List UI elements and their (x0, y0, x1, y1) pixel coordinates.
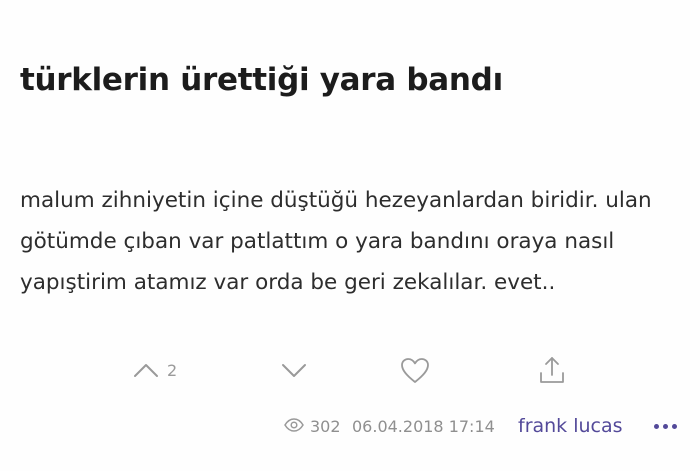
more-options-button[interactable] (654, 412, 681, 440)
more-dots-icon (654, 423, 659, 429)
entry-meta: 302 06.04.2018 17:14 frank lucas (0, 412, 700, 440)
upvote-button[interactable]: 2 (133, 352, 177, 388)
entry-content: malum zihniyetin içine düştüğü hezeyanla… (20, 188, 652, 295)
chevron-up-icon (133, 362, 159, 378)
share-button[interactable] (537, 352, 567, 388)
favorite-button[interactable] (400, 352, 430, 388)
entry-date[interactable]: 06.04.2018 17:14 (352, 412, 495, 440)
view-counter: 302 (284, 412, 341, 440)
author-link[interactable]: frank lucas (518, 412, 623, 440)
topic-title[interactable]: türklerin ürettiği yara bandı (20, 62, 680, 99)
entry-actions: 2 (0, 352, 700, 388)
view-count: 302 (310, 416, 341, 436)
heart-icon (400, 357, 430, 384)
eye-icon (284, 417, 304, 436)
chevron-down-icon (281, 362, 307, 378)
share-icon (537, 355, 567, 385)
downvote-button[interactable] (281, 352, 307, 388)
upvote-count: 2 (167, 360, 178, 380)
